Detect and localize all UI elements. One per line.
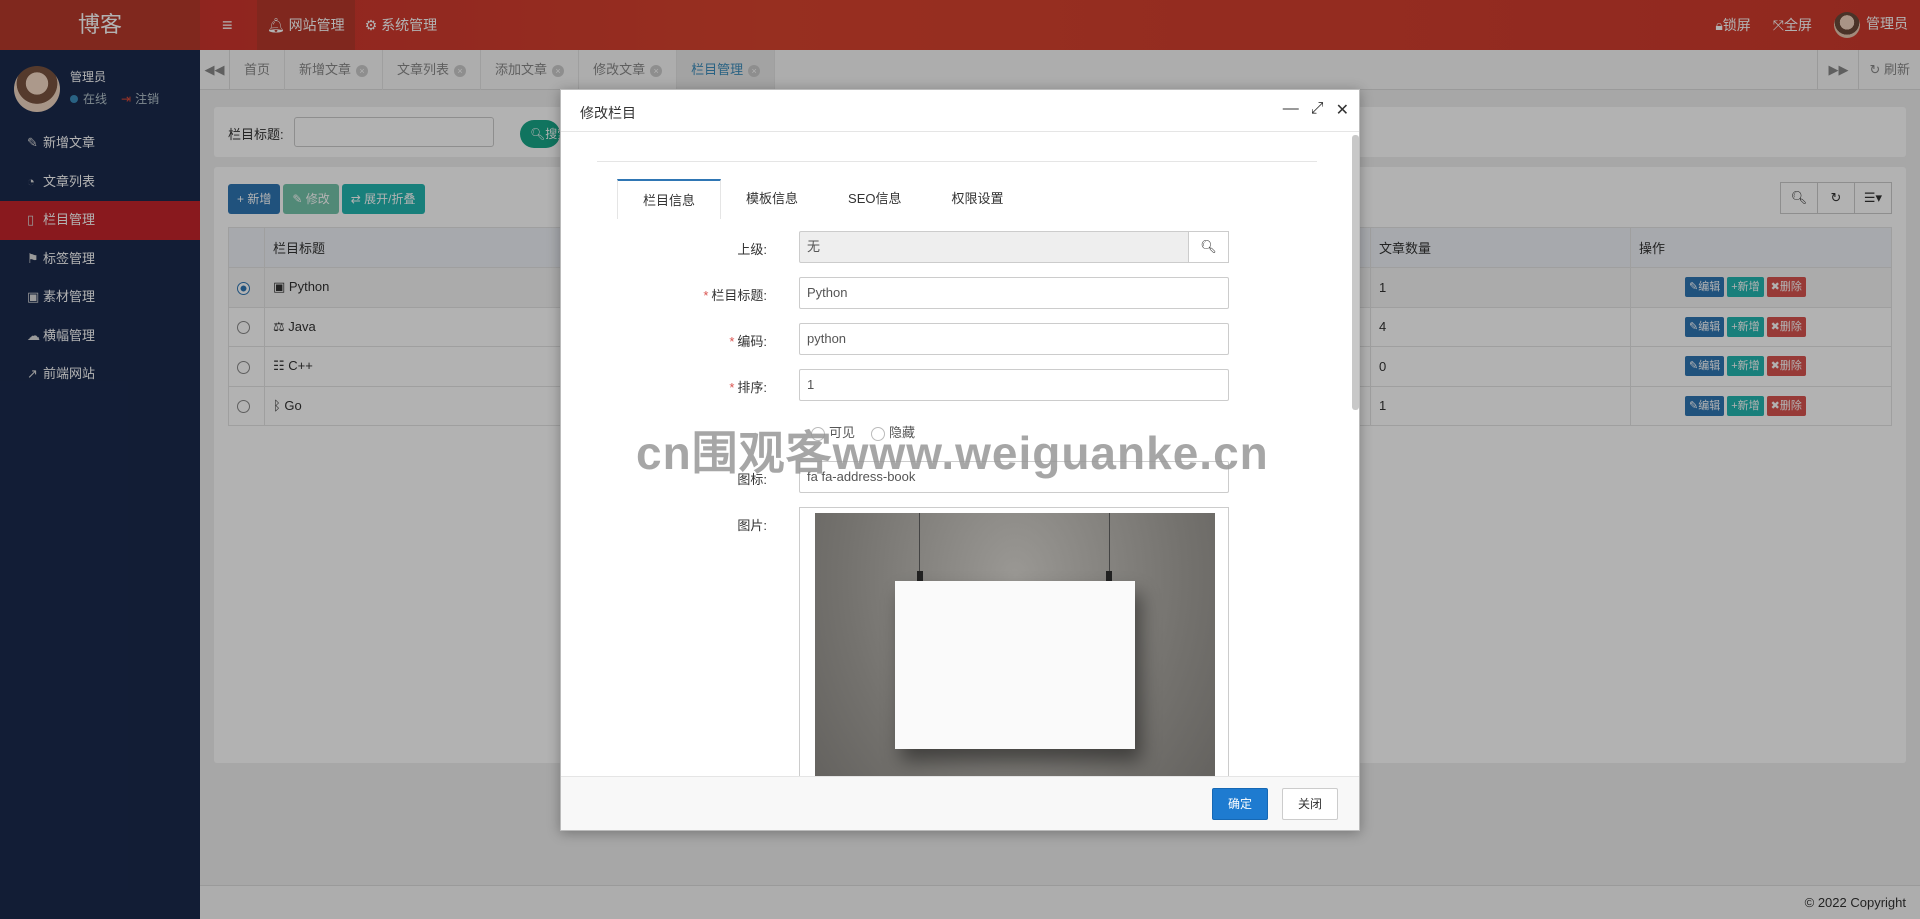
watermark-text: cn围观客www.weiguanke.cn [636,427,1269,479]
close-button[interactable]: 关闭 [1282,788,1338,820]
sort-field[interactable]: 1 [799,369,1229,401]
sort-row: * 排序: 1 [561,369,1361,401]
modal-title: 修改栏目 [580,105,636,121]
maximize-icon[interactable]: ⤢ [1311,100,1324,120]
preview-image [815,513,1215,776]
parent-row: 上级: 无 🔍︎ [561,231,1361,263]
image-row: 图片: [561,507,1361,776]
modal-controls: — ⤢ ✕ [1283,100,1349,120]
modal-footer: 确定 关闭 [561,776,1359,830]
tab-permission[interactable]: 权限设置 [927,179,1029,219]
image-label: 图片: [737,518,767,533]
tab-seo-info[interactable]: SEO信息 [823,179,926,219]
parent-field[interactable]: 无 [799,231,1189,263]
tab-template-info[interactable]: 模板信息 [721,179,823,219]
modal-header[interactable]: 修改栏目 — ⤢ ✕ [561,90,1359,132]
sort-label: * 排序: [729,380,767,395]
confirm-button[interactable]: 确定 [1212,788,1268,820]
title-row: * 栏目标题: Python [561,277,1361,309]
title-field[interactable]: Python [799,277,1229,309]
code-field[interactable]: python [799,323,1229,355]
code-label: * 编码: [729,334,767,349]
code-row: * 编码: python [561,323,1361,355]
close-icon[interactable]: ✕ [1336,100,1349,120]
image-upload-box[interactable] [799,507,1229,776]
divider [597,161,1317,162]
tab-category-info[interactable]: 栏目信息 [617,179,722,219]
title-label: * 栏目标题: [703,288,767,303]
minimize-icon[interactable]: — [1283,100,1299,120]
parent-label: 上级: [737,242,767,257]
parent-search-icon[interactable]: 🔍︎ [1188,231,1229,263]
modal-tabs: 栏目信息 模板信息 SEO信息 权限设置 [617,179,1029,219]
